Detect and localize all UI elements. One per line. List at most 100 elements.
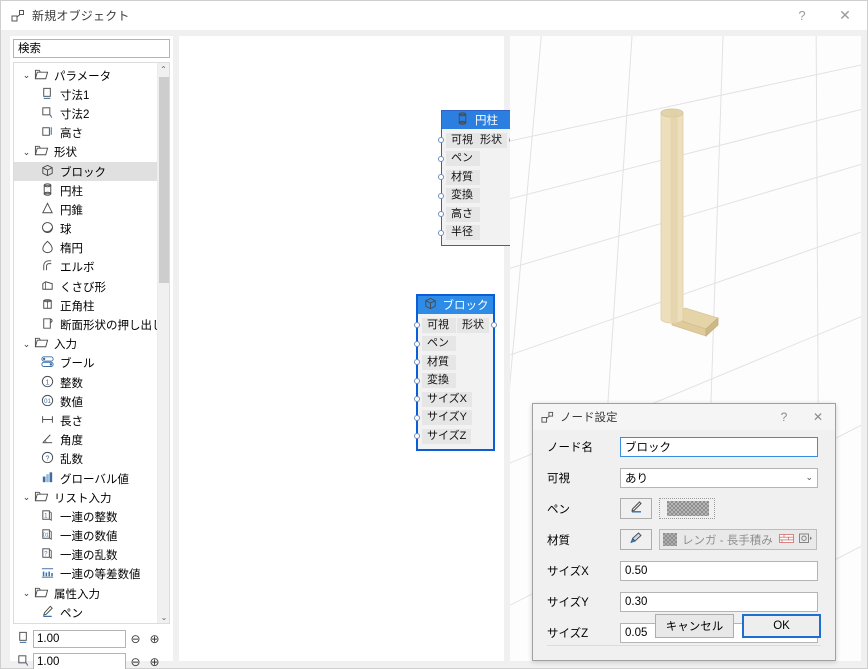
node-port-row[interactable]: ペン xyxy=(414,335,493,354)
material-field[interactable]: レンガ - 長手積み xyxy=(659,529,817,550)
chevron-down-icon[interactable]: ⌄ xyxy=(20,492,33,503)
spinner-input-0[interactable] xyxy=(33,629,126,648)
size-y-input[interactable] xyxy=(620,591,818,612)
close-button[interactable]: ✕ xyxy=(823,1,867,31)
tree-item-19[interactable]: 角度 xyxy=(14,431,157,450)
tree-item-9[interactable]: 楕円 xyxy=(14,239,157,258)
dialog-close-button[interactable]: ✕ xyxy=(801,404,835,431)
pen-swatch[interactable] xyxy=(659,498,715,519)
node-port-row[interactable]: 変換 xyxy=(414,372,493,391)
chevron-down-icon[interactable]: ⌄ xyxy=(20,147,33,158)
chevron-down-icon[interactable]: ⌄ xyxy=(20,339,33,350)
tree-item-17[interactable]: 01 数値 xyxy=(14,392,157,411)
tree-item-8[interactable]: 球 xyxy=(14,220,157,239)
block-node[interactable]: ブロック可視 形状 ペン 材質 変換 サイズX サイズY サイズZ xyxy=(414,294,497,451)
material-color-chip xyxy=(663,533,677,546)
ok-button[interactable]: OK xyxy=(742,614,821,638)
node-header[interactable]: 円柱 xyxy=(442,111,511,129)
cancel-button[interactable]: キャンセル xyxy=(655,614,734,638)
tree-item-13[interactable]: 断面形状の押し出し xyxy=(14,315,164,334)
node-port-row[interactable]: サイズY xyxy=(414,409,493,428)
input-port[interactable] xyxy=(438,211,444,218)
tree-group-27[interactable]: ⌄ 属性入力 xyxy=(14,584,157,603)
tree-item-5[interactable]: ブロック xyxy=(14,161,157,182)
spinner-plus-1[interactable]: ⊕ xyxy=(145,653,164,669)
cylinder-node[interactable]: 円柱可視 形状 ペン 材質 変換 高さ 半径 xyxy=(438,110,515,246)
tree-item-24[interactable]: 01 一連の数値 xyxy=(14,527,157,546)
spinner-plus-0[interactable]: ⊕ xyxy=(145,630,164,648)
spinner-minus-0[interactable]: ⊖ xyxy=(126,630,145,648)
tree-group-4[interactable]: ⌄ 形状 xyxy=(14,143,157,162)
tree-item-12[interactable]: 正角柱 xyxy=(14,296,157,315)
tree-item-20[interactable]: ? 乱数 xyxy=(14,450,157,469)
input-port[interactable] xyxy=(438,229,444,236)
tree-item-18[interactable]: 長さ xyxy=(14,411,157,430)
tree-items-container: ⌄ パラメータ 寸法1 寸法2 高さ ⌄ 形状 ブロック 円柱 円錐球楕円 エルボ くさび形 正角柱 断面… xyxy=(14,63,164,623)
input-port[interactable] xyxy=(414,359,420,366)
node-port-row[interactable]: 半径 xyxy=(438,224,511,243)
spinner-minus-1[interactable]: ⊖ xyxy=(126,653,145,669)
chevron-down-icon[interactable]: ⌄ xyxy=(20,588,33,599)
input-port[interactable] xyxy=(414,433,420,440)
node-port-row[interactable]: 変換 xyxy=(438,187,511,206)
tree-item-3[interactable]: 高さ xyxy=(14,124,157,143)
input-port[interactable] xyxy=(438,155,444,162)
dialog-title: ノード設定 xyxy=(560,412,618,424)
node-name-input[interactable] xyxy=(620,436,818,457)
spinner-input-1[interactable] xyxy=(33,653,126,669)
node-header[interactable]: ブロック xyxy=(418,296,493,314)
tree-item-16[interactable]: 1 整数 xyxy=(14,373,157,392)
tree-scrollbar[interactable]: ⌃ ⌄ xyxy=(157,63,169,623)
scroll-up-arrow[interactable]: ⌃ xyxy=(158,63,169,75)
input-port[interactable] xyxy=(414,340,420,347)
tree-item-21[interactable]: グローバル値 xyxy=(14,469,157,488)
pen-button[interactable] xyxy=(620,498,652,519)
size-x-input[interactable] xyxy=(620,560,818,581)
tree-group-22[interactable]: ⌄ リスト入力 xyxy=(14,488,157,507)
node-port-row[interactable]: 材質 xyxy=(414,353,493,372)
tree-item-28[interactable]: ペン xyxy=(14,603,157,622)
tree-item-7[interactable]: 円錐 xyxy=(14,200,157,219)
tree-group-0[interactable]: ⌄ パラメータ xyxy=(14,66,157,85)
input-port[interactable] xyxy=(414,322,420,329)
chevron-down-icon[interactable]: ⌄ xyxy=(20,70,33,81)
tree-item-11[interactable]: くさび形 xyxy=(14,277,157,296)
help-button[interactable]: ? xyxy=(781,1,823,31)
node-library-tree[interactable]: ⌄ パラメータ 寸法1 寸法2 高さ ⌄ 形状 ブロック 円柱 円錐球楕円 エルボ くさび形 正角柱 断面… xyxy=(13,62,170,624)
scroll-thumb[interactable] xyxy=(159,77,169,283)
tree-item-29[interactable]: 材質 xyxy=(14,622,157,623)
visible-select[interactable]: あり ⌄ xyxy=(620,467,818,488)
node-port-row[interactable]: ペン xyxy=(438,150,511,169)
node-port-row[interactable]: サイズX xyxy=(414,390,493,409)
tree-item-10[interactable]: エルボ xyxy=(14,258,157,277)
output-port[interactable] xyxy=(491,322,497,329)
node-port-row[interactable]: 材質 xyxy=(438,168,511,187)
tree-item-2[interactable]: 寸法2 xyxy=(14,104,157,123)
tree-item-15[interactable]: ブール xyxy=(14,354,157,373)
input-port[interactable] xyxy=(438,137,444,144)
node-graph-canvas[interactable]: 円柱 可視 形状 ペン 材質 変換 高さ 半径 ブロック 可視 形状 ペン 材質 変換 サイズX サイズY サイ… xyxy=(179,36,515,661)
dialog-help-button[interactable]: ? xyxy=(767,404,801,431)
material-picker-icon[interactable] xyxy=(799,533,813,547)
tree-item-23[interactable]: 1 一連の整数 xyxy=(14,507,157,526)
tree-item-6[interactable]: 円柱 xyxy=(14,181,157,200)
node-port-row[interactable]: 可視 形状 xyxy=(414,316,497,335)
node-port-row[interactable]: サイズZ xyxy=(414,427,493,446)
input-port[interactable] xyxy=(414,414,420,421)
search-input[interactable] xyxy=(13,39,170,58)
material-button[interactable] xyxy=(620,529,652,550)
tree-item-25[interactable]: ? 一連の乱数 xyxy=(14,546,157,565)
input-port[interactable] xyxy=(438,174,444,181)
tree-item-1[interactable]: 寸法1 xyxy=(14,85,157,104)
input-port[interactable] xyxy=(438,192,444,199)
input-port[interactable] xyxy=(414,396,420,403)
number-icon: 01 xyxy=(40,393,55,411)
tree-item-26[interactable]: 一連の等差数値 xyxy=(14,565,157,584)
node-port-row[interactable]: 可視 形状 xyxy=(438,131,515,150)
output-port-label: 形状 xyxy=(457,317,489,333)
node-port-row[interactable]: 高さ xyxy=(438,205,511,224)
brick-pattern-icon[interactable] xyxy=(779,533,794,547)
scroll-down-arrow[interactable]: ⌄ xyxy=(158,611,169,623)
tree-group-14[interactable]: ⌄ 入力 xyxy=(14,335,157,354)
input-port[interactable] xyxy=(414,377,420,384)
